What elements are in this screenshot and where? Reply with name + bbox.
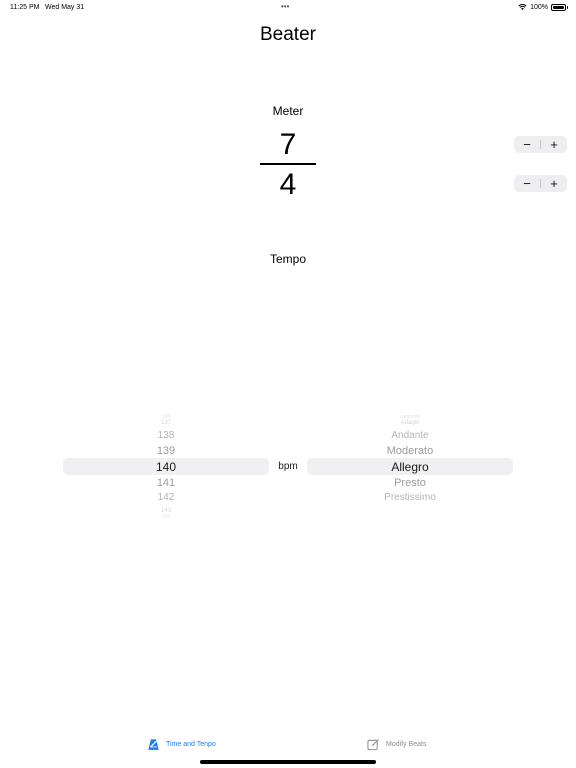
battery-icon — [551, 3, 568, 11]
picker-row[interactable]: 138 — [63, 430, 269, 442]
picker-row-selected[interactable]: Allegro — [307, 460, 513, 474]
picker-row[interactable]: 139 — [63, 445, 269, 458]
tab-bar: Time and Tenpo Modify Beats — [0, 734, 576, 758]
denominator-decrement-button[interactable]: − — [514, 175, 540, 192]
picker-row[interactable]: Andante — [307, 430, 513, 442]
tab-label: Modify Beats — [386, 740, 427, 748]
picker-row[interactable]: 142 — [63, 492, 269, 504]
numerator-decrement-button[interactable]: − — [514, 136, 540, 153]
fraction-bar — [260, 163, 316, 165]
picker-row[interactable]: 141 — [63, 477, 269, 490]
numerator-stepper[interactable]: − + — [514, 136, 567, 153]
meter-denominator: 4 — [279, 168, 297, 201]
tempo-label: Tempo — [269, 252, 307, 266]
tab-label: Time and Tenpo — [166, 740, 216, 748]
edit-icon — [367, 738, 380, 750]
status-date: Wed May 31 — [45, 4, 85, 11]
metronome-icon — [148, 738, 159, 750]
picker-row[interactable]: Presto — [307, 477, 513, 490]
tab-modify-beats[interactable]: Modify Beats — [367, 734, 426, 754]
denominator-increment-button[interactable]: + — [541, 175, 567, 192]
picker-row[interactable]: Moderato — [307, 445, 513, 458]
picker-row-selected[interactable]: 140 — [63, 460, 269, 474]
picker-row[interactable]: Prestissimo — [307, 492, 513, 504]
numerator-increment-button[interactable]: + — [541, 136, 567, 153]
tempo-marking-picker[interactable]: Larghetto Adagio Andante Moderato Allegr… — [307, 415, 513, 518]
app-title: Beater — [260, 24, 316, 45]
tab-time-and-tempo[interactable]: Time and Tenpo — [147, 734, 216, 754]
wifi-icon — [518, 4, 527, 11]
battery-percent: 100% — [530, 3, 548, 11]
meter-label: Meter — [272, 104, 304, 118]
status-right: 100% — [518, 3, 568, 11]
picker-row[interactable]: 137 — [63, 420, 269, 426]
meter-numerator: 7 — [279, 128, 297, 161]
status-bar: 11:25 PM Wed May 31 ••• 100% — [0, 0, 576, 16]
denominator-stepper[interactable]: − + — [514, 175, 567, 192]
status-time: 11:25 PM — [10, 4, 40, 11]
picker-row[interactable]: Adagio — [307, 420, 513, 426]
multitasking-dots[interactable]: ••• — [281, 2, 289, 11]
home-indicator — [200, 760, 376, 764]
picker-row[interactable]: 144 — [63, 515, 269, 520]
bpm-picker[interactable]: 136 137 138 139 140 141 142 143 144 — [63, 415, 269, 520]
bpm-unit-label: bpm — [278, 461, 298, 472]
